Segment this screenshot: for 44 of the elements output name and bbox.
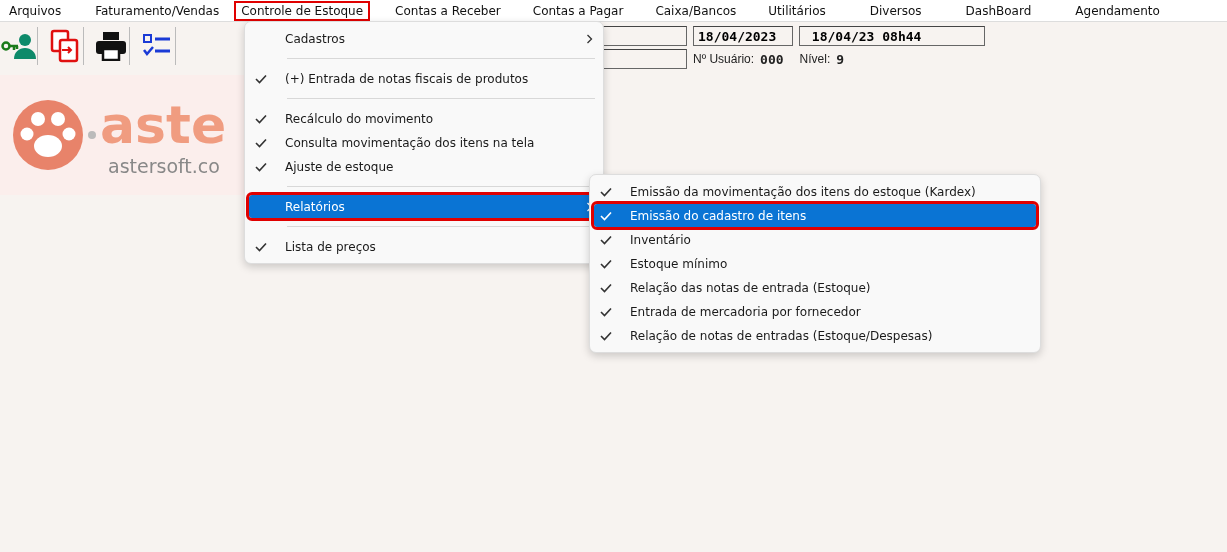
menu-bar-item[interactable]: Arquivos xyxy=(2,0,69,21)
user-value: 000 xyxy=(760,51,784,67)
logo-website: astersoft.co xyxy=(108,155,221,177)
menu-bar-item[interactable]: Caixa/Bancos xyxy=(648,0,744,21)
menu-item[interactable]: Emissão do cadastro de itens xyxy=(594,204,1036,227)
copy-icon xyxy=(49,29,80,63)
menu-bar-item[interactable]: Controle de Estoque xyxy=(234,0,371,21)
paw-logo-icon xyxy=(12,99,84,171)
user-key-icon xyxy=(0,32,37,60)
menu-bar-item[interactable]: Agendamento xyxy=(1068,0,1167,21)
menu-item[interactable]: Cadastros xyxy=(249,27,599,50)
menu-item[interactable]: Recálculo do movimento xyxy=(249,107,599,130)
check-icon xyxy=(600,210,612,221)
check-icon xyxy=(600,186,612,197)
check-icon xyxy=(255,73,267,84)
check-icon xyxy=(600,258,612,269)
menu-item[interactable]: Relação das notas de entrada (Estoque) xyxy=(594,276,1036,299)
logo-text: aste xyxy=(100,99,227,151)
check-icon xyxy=(600,234,612,245)
level-value: 9 xyxy=(836,51,845,67)
menu-item[interactable]: (+) Entrada de notas fiscais de produtos xyxy=(249,67,599,90)
menu-bar-item[interactable]: Faturamento/Vendas xyxy=(88,0,227,21)
menu-bar-item[interactable]: Utilitários xyxy=(761,0,833,21)
check-icon xyxy=(255,161,267,172)
level-label: Nível: xyxy=(799,52,831,66)
menu-item[interactable]: Ajuste de estoque xyxy=(249,155,599,178)
menu-bar-item[interactable]: Contas a Receber xyxy=(388,0,508,21)
datetime-field: 18/04/23 08h44 xyxy=(799,26,985,46)
user-label: Nº Usuário: xyxy=(693,52,755,66)
menu-item[interactable]: Entrada de mercadoria por fornecedor xyxy=(594,300,1036,323)
menu-bar-item[interactable]: Contas a Pagar xyxy=(525,0,631,21)
menu-item[interactable]: Relação de notas de entradas (Estoque/Despesas) xyxy=(594,324,1036,347)
check-icon xyxy=(600,306,612,317)
check-icon xyxy=(255,241,267,252)
printer-icon xyxy=(94,31,127,61)
dot-icon xyxy=(88,131,96,139)
check-icon xyxy=(600,282,612,293)
menu-bar-item[interactable]: DashBoard xyxy=(958,0,1039,21)
check-icon xyxy=(255,113,267,124)
menu-item[interactable]: Consulta movimentação dos itens na tela xyxy=(249,131,599,154)
check-icon xyxy=(255,137,267,148)
menu-bar-item[interactable]: Diversos xyxy=(862,0,929,21)
date-field: 18/04/2023 xyxy=(693,26,793,46)
check-icon xyxy=(600,330,612,341)
